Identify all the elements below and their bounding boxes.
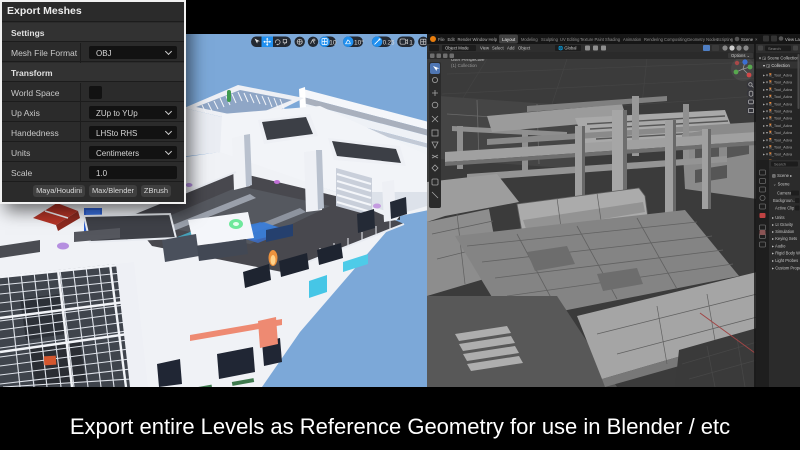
svg-text:Help: Help	[489, 37, 498, 42]
svg-text:▸ Simulation: ▸ Simulation	[772, 229, 795, 234]
svg-text:Modeling: Modeling	[521, 37, 538, 42]
svg-text:(1) Collection: (1) Collection	[451, 63, 477, 68]
svg-text:Camera: Camera	[777, 191, 792, 196]
svg-text:Add: Add	[507, 46, 515, 51]
svg-text:▸ ▾ B_Tool_Adva: ▸ ▾ B_Tool_Adva	[763, 101, 793, 106]
svg-text:Sculpting: Sculpting	[541, 37, 559, 42]
svg-text:🌐 Global: 🌐 Global	[558, 46, 577, 51]
svg-text:Shading: Shading	[605, 37, 621, 42]
svg-text:▸ Units: ▸ Units	[772, 215, 785, 220]
svg-text:View La: View La	[785, 37, 800, 42]
svg-text:▧ Scene ▸: ▧ Scene ▸	[772, 173, 792, 178]
svg-text:Options ⌄: Options ⌄	[731, 53, 750, 58]
svg-text:View: View	[480, 46, 490, 51]
svg-text:Select: Select	[492, 46, 504, 51]
svg-text:Window: Window	[473, 37, 489, 42]
svg-text:▸ ▾ B_Tool_Adva: ▸ ▾ B_Tool_Adva	[763, 123, 793, 128]
svg-text:▸ ▾ B_Tool_Adva: ▸ ▾ B_Tool_Adva	[763, 94, 793, 99]
svg-text:▸ ▾ B_Tool_Adva: ▸ ▾ B_Tool_Adva	[763, 145, 793, 150]
svg-text:Render: Render	[458, 37, 472, 42]
svg-text:▸ ▾ B_Tool_Adva: ▸ ▾ B_Tool_Adva	[763, 137, 793, 142]
svg-text:▸ Light Probes: ▸ Light Probes	[772, 258, 798, 263]
svg-text:0.25: 0.25	[383, 40, 395, 46]
svg-text:Edit: Edit	[448, 37, 456, 42]
svg-text:10°: 10°	[354, 39, 364, 47]
svg-text:▸ Keying Sets: ▸ Keying Sets	[772, 236, 797, 241]
svg-text:▸ ▾ B_Tool_Adva: ▸ ▾ B_Tool_Adva	[763, 152, 793, 157]
svg-text:Animation: Animation	[623, 37, 642, 42]
svg-text:10: 10	[329, 40, 337, 47]
svg-text:▸ ▾ B_Tool_Adva: ▸ ▾ B_Tool_Adva	[763, 87, 793, 92]
svg-text:Search: Search	[774, 163, 786, 167]
svg-text:Object: Object	[518, 46, 531, 51]
svg-text:Scene: Scene	[741, 37, 754, 42]
svg-text:Geometry Nodes: Geometry Nodes	[687, 37, 718, 42]
svg-text:Object Mode: Object Mode	[445, 46, 469, 51]
svg-text:Rendering: Rendering	[644, 37, 664, 42]
svg-text:▸ Audio: ▸ Audio	[772, 244, 786, 249]
svg-text:⌄ Scene: ⌄ Scene	[773, 182, 790, 187]
svg-text:1: 1	[409, 40, 413, 47]
svg-text:Compositing: Compositing	[664, 37, 687, 42]
svg-text:▸ ▾ B_Tool_Adva: ▸ ▾ B_Tool_Adva	[763, 73, 793, 78]
svg-text:Backgroun...: Backgroun...	[773, 198, 796, 203]
svg-text:Search: Search	[768, 46, 781, 51]
svg-text:▸ ▾ B_Tool_Adva: ▸ ▾ B_Tool_Adva	[763, 130, 793, 135]
svg-text:▸ ▾ B_Tool_Adva: ▸ ▾ B_Tool_Adva	[763, 116, 793, 121]
svg-text:Texture Paint: Texture Paint	[580, 37, 605, 42]
svg-text:▸ ☑ Gravity: ▸ ☑ Gravity	[772, 222, 794, 227]
svg-text:Active Clip: Active Clip	[775, 206, 795, 211]
svg-text:▸ Rigid Body World: ▸ Rigid Body World	[772, 251, 800, 256]
svg-text:▸ ▾ B_Tool_Adva: ▸ ▾ B_Tool_Adva	[763, 80, 793, 85]
svg-text:File: File	[438, 37, 445, 42]
svg-text:▾ ◲ Scene Collection: ▾ ◲ Scene Collection	[759, 56, 799, 61]
svg-text:Layout: Layout	[502, 37, 516, 42]
svg-text:UV Editing: UV Editing	[560, 37, 580, 42]
svg-text:▸ Custom Properties: ▸ Custom Properties	[772, 266, 800, 271]
svg-text:▸ ▾ B_Tool_Adva: ▸ ▾ B_Tool_Adva	[763, 109, 793, 114]
svg-text:▾ ◲ Collection: ▾ ◲ Collection	[763, 63, 790, 68]
